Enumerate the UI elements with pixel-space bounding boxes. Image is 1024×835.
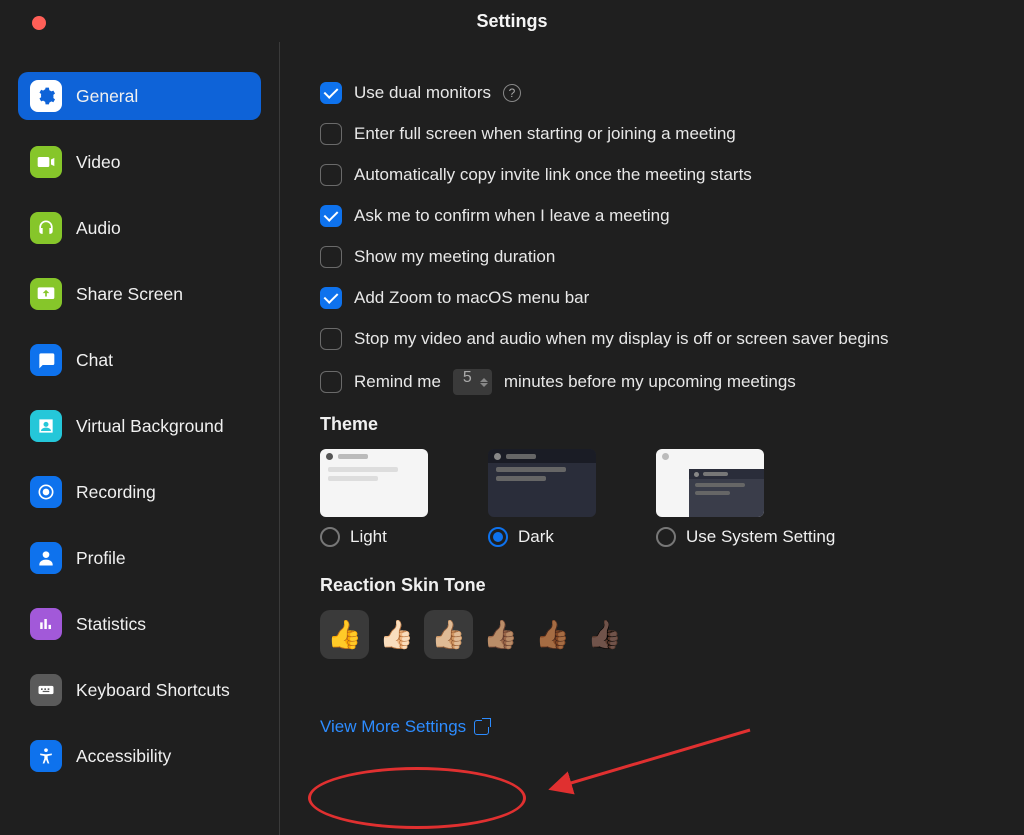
sidebar-item-virtual-background[interactable]: Virtual Background <box>18 402 261 450</box>
sidebar-item-label: Audio <box>76 218 121 239</box>
menu-bar-label: Add Zoom to macOS menu bar <box>354 288 589 308</box>
sidebar-item-label: Statistics <box>76 614 146 635</box>
confirm-leave-label: Ask me to confirm when I leave a meeting <box>354 206 670 226</box>
help-icon[interactable]: ? <box>503 84 521 102</box>
stop-video-checkbox[interactable] <box>320 328 342 350</box>
sidebar-item-audio[interactable]: Audio <box>18 204 261 252</box>
theme-preview-light <box>320 449 428 517</box>
confirm-leave-checkbox[interactable] <box>320 205 342 227</box>
virtual-background-icon <box>30 410 62 442</box>
sidebar-item-label: Video <box>76 152 120 173</box>
full-screen-checkbox[interactable] <box>320 123 342 145</box>
video-icon <box>30 146 62 178</box>
menu-bar-checkbox[interactable] <box>320 287 342 309</box>
profile-icon <box>30 542 62 574</box>
window-title: Settings <box>476 11 547 32</box>
stop-video-label: Stop my video and audio when my display … <box>354 329 889 349</box>
theme-label: Light <box>350 527 387 547</box>
theme-option-dark[interactable]: Dark <box>488 449 596 547</box>
sidebar-item-chat[interactable]: Chat <box>18 336 261 384</box>
remind-me-checkbox[interactable] <box>320 371 342 393</box>
titlebar: Settings <box>0 0 1024 42</box>
skin-tone-light[interactable]: 👍🏻 <box>372 610 421 659</box>
sidebar-item-label: Keyboard Shortcuts <box>76 680 230 701</box>
view-more-label: View More Settings <box>320 717 466 737</box>
sidebar-item-general[interactable]: General <box>18 72 261 120</box>
keyboard-icon <box>30 674 62 706</box>
headphones-icon <box>30 212 62 244</box>
sidebar-item-accessibility[interactable]: Accessibility <box>18 732 261 780</box>
accessibility-icon <box>30 740 62 772</box>
remind-minutes-select[interactable]: 5 <box>453 369 492 395</box>
show-duration-checkbox[interactable] <box>320 246 342 268</box>
sidebar-item-label: General <box>76 86 138 107</box>
theme-label: Use System Setting <box>686 527 835 547</box>
theme-section-title: Theme <box>320 414 984 435</box>
sidebar-item-video[interactable]: Video <box>18 138 261 186</box>
copy-invite-checkbox[interactable] <box>320 164 342 186</box>
remind-label-before: Remind me <box>354 372 441 392</box>
sidebar-item-keyboard-shortcuts[interactable]: Keyboard Shortcuts <box>18 666 261 714</box>
theme-option-light[interactable]: Light <box>320 449 428 547</box>
theme-system-radio[interactable] <box>656 527 676 547</box>
skin-tone-section-title: Reaction Skin Tone <box>320 575 984 596</box>
sidebar-item-share-screen[interactable]: Share Screen <box>18 270 261 318</box>
theme-light-radio[interactable] <box>320 527 340 547</box>
sidebar-item-label: Virtual Background <box>76 416 224 437</box>
sidebar-item-label: Chat <box>76 350 113 371</box>
full-screen-label: Enter full screen when starting or joini… <box>354 124 736 144</box>
sidebar-item-profile[interactable]: Profile <box>18 534 261 582</box>
gear-icon <box>30 80 62 112</box>
chat-icon <box>30 344 62 376</box>
sidebar-item-label: Profile <box>76 548 126 569</box>
close-window-icon[interactable] <box>32 16 46 30</box>
show-duration-label: Show my meeting duration <box>354 247 555 267</box>
skin-tone-medium[interactable]: 👍🏽 <box>476 610 525 659</box>
theme-option-system[interactable]: Use System Setting <box>656 449 835 547</box>
settings-sidebar: General Video Audio Share Screen <box>0 42 280 835</box>
external-link-icon <box>474 720 489 735</box>
skin-tone-dark[interactable]: 👍🏿 <box>580 610 629 659</box>
sidebar-item-label: Recording <box>76 482 156 503</box>
theme-preview-system <box>656 449 764 517</box>
dual-monitors-label: Use dual monitors <box>354 83 491 103</box>
dual-monitors-checkbox[interactable] <box>320 82 342 104</box>
sidebar-item-recording[interactable]: Recording <box>18 468 261 516</box>
sidebar-item-statistics[interactable]: Statistics <box>18 600 261 648</box>
skin-tone-medium-dark[interactable]: 👍🏾 <box>528 610 577 659</box>
sidebar-item-label: Accessibility <box>76 746 171 767</box>
theme-label: Dark <box>518 527 554 547</box>
share-screen-icon <box>30 278 62 310</box>
statistics-icon <box>30 608 62 640</box>
settings-main-panel: Use dual monitors ? Enter full screen wh… <box>280 42 1024 835</box>
theme-dark-radio[interactable] <box>488 527 508 547</box>
theme-preview-dark <box>488 449 596 517</box>
remind-label-after: minutes before my upcoming meetings <box>504 372 796 392</box>
record-icon <box>30 476 62 508</box>
copy-invite-label: Automatically copy invite link once the … <box>354 165 752 185</box>
view-more-settings-link[interactable]: View More Settings <box>320 717 489 737</box>
skin-tone-default[interactable]: 👍 <box>320 610 369 659</box>
sidebar-item-label: Share Screen <box>76 284 183 305</box>
skin-tone-medium-light[interactable]: 👍🏼 <box>424 610 473 659</box>
